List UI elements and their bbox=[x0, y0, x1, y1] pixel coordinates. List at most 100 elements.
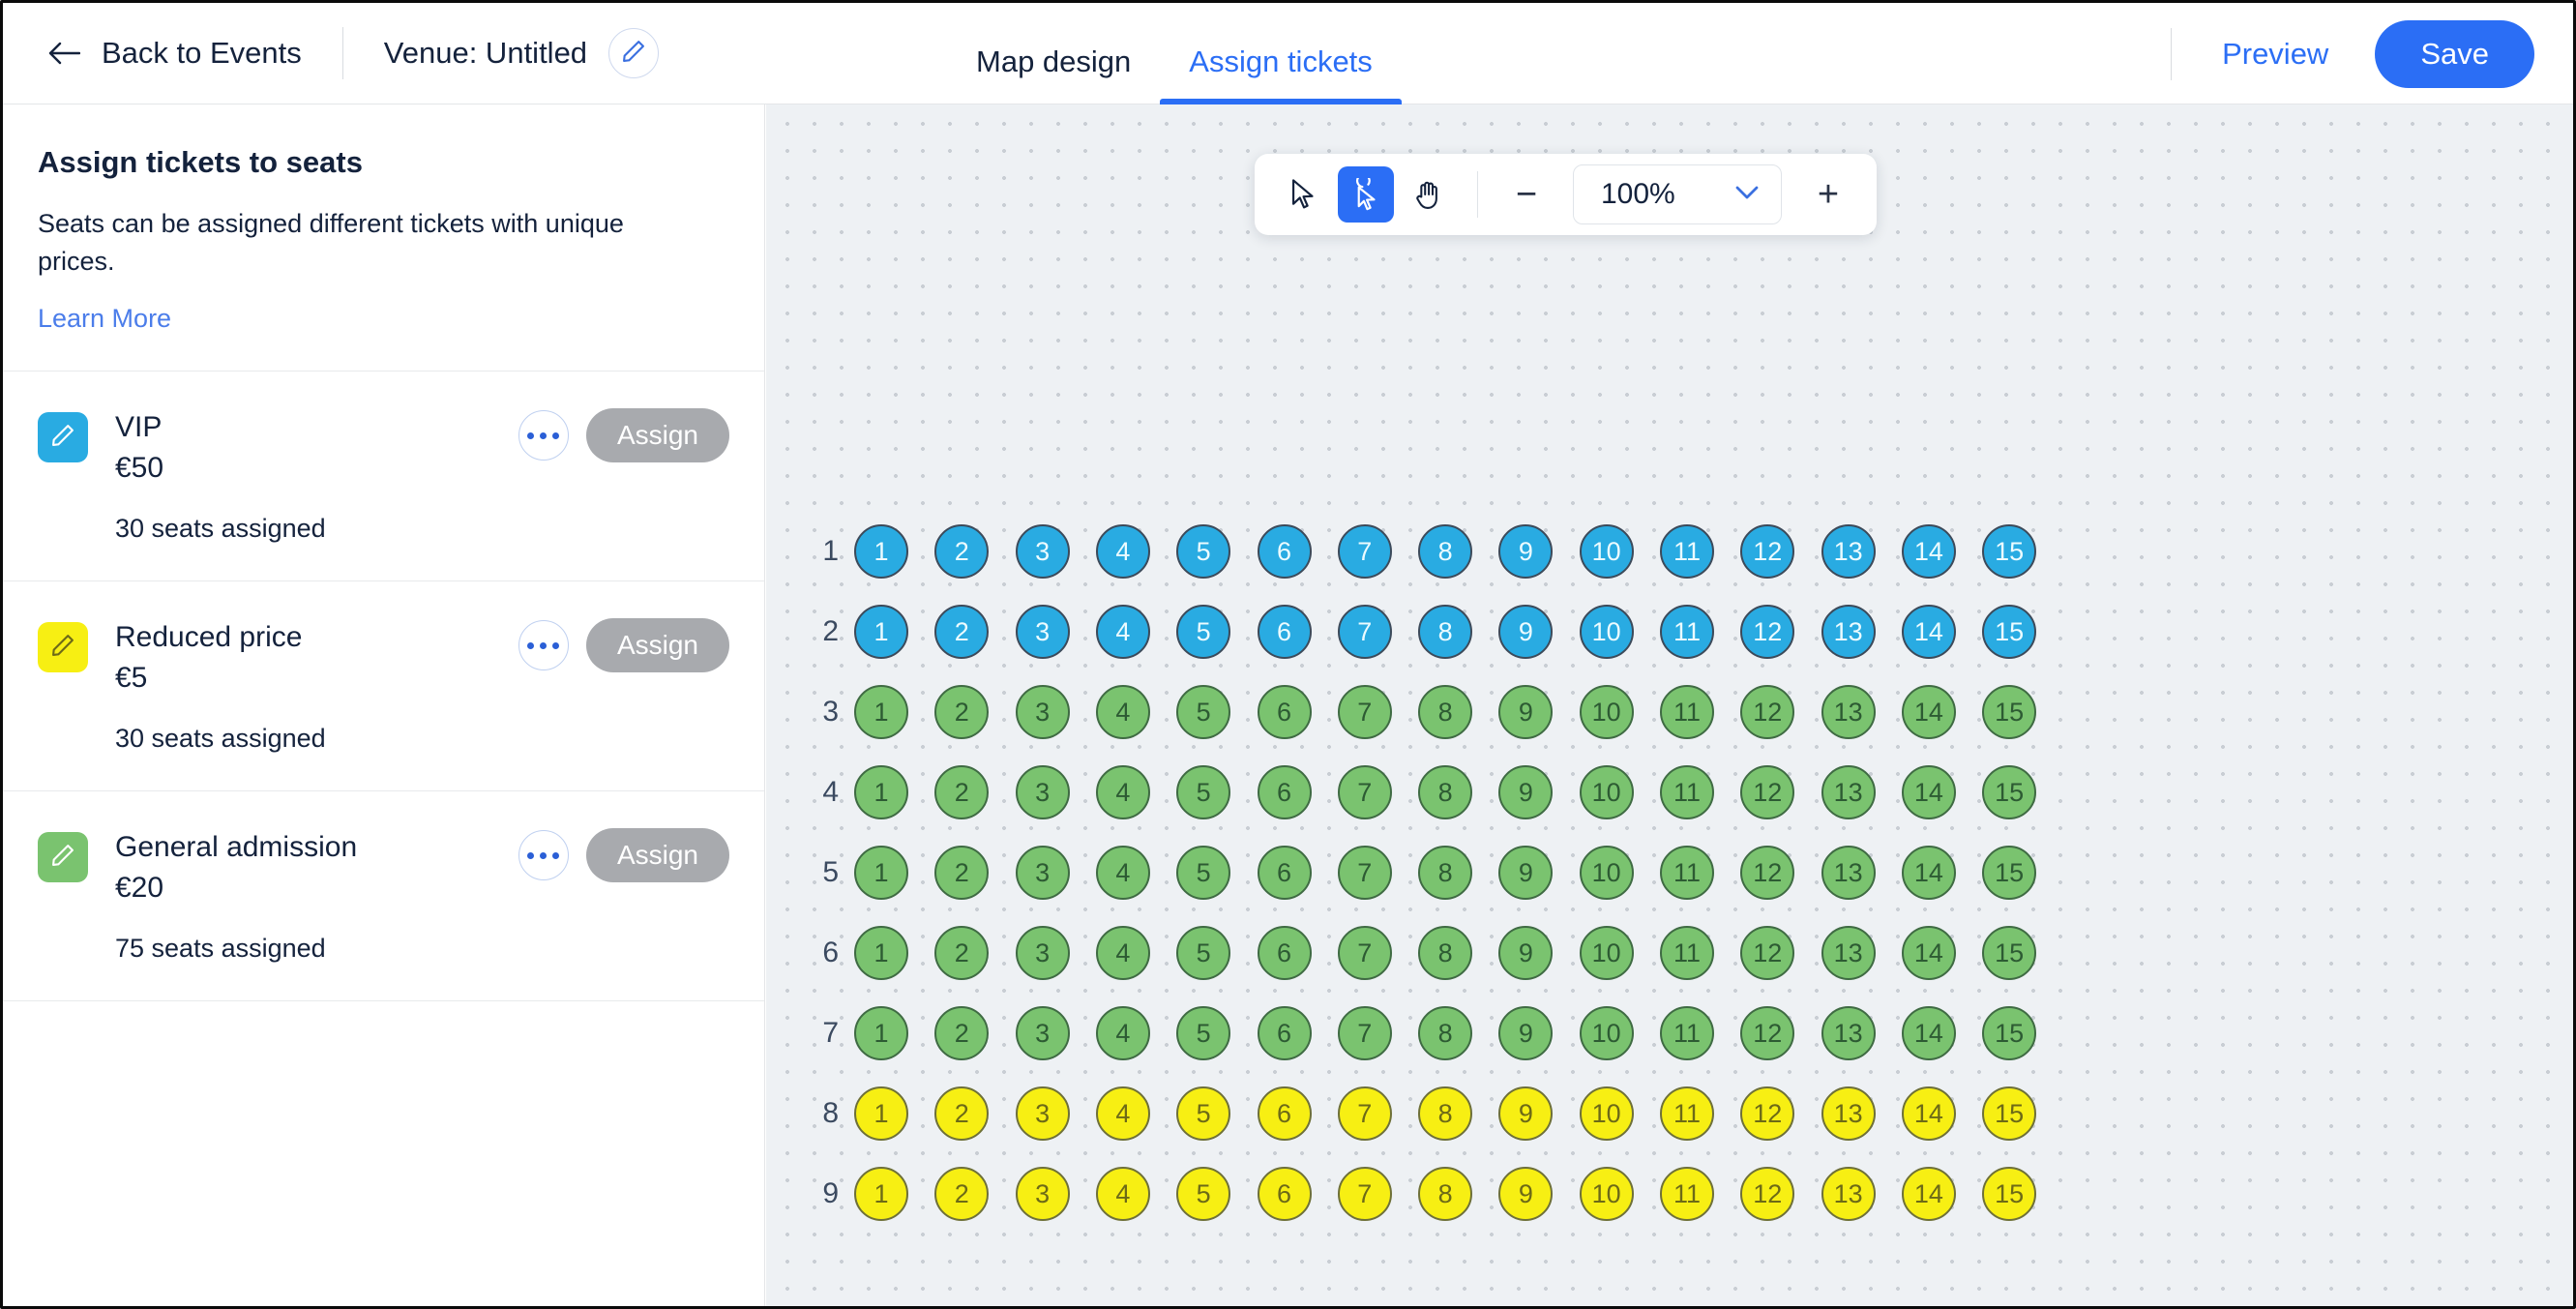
seat[interactable]: 13 bbox=[1821, 1086, 1876, 1141]
seat[interactable]: 10 bbox=[1579, 846, 1634, 900]
seat[interactable]: 2 bbox=[934, 605, 990, 659]
seat[interactable]: 12 bbox=[1740, 926, 1795, 980]
seat[interactable]: 6 bbox=[1257, 1167, 1312, 1221]
seat[interactable]: 11 bbox=[1660, 605, 1714, 659]
seat[interactable]: 2 bbox=[934, 685, 990, 739]
assign-button[interactable]: Assign bbox=[585, 828, 729, 883]
seat[interactable]: 9 bbox=[1498, 1167, 1554, 1221]
seat[interactable]: 13 bbox=[1821, 524, 1876, 579]
seat[interactable]: 4 bbox=[1095, 1006, 1150, 1060]
seat[interactable]: 15 bbox=[1982, 524, 2037, 579]
seat[interactable]: 7 bbox=[1337, 1086, 1392, 1141]
seat[interactable]: 13 bbox=[1821, 605, 1876, 659]
seat[interactable]: 13 bbox=[1821, 1167, 1876, 1221]
seat[interactable]: 2 bbox=[934, 846, 990, 900]
seat[interactable]: 2 bbox=[934, 1167, 990, 1221]
seat[interactable]: 15 bbox=[1982, 1006, 2037, 1060]
seat[interactable]: 3 bbox=[1015, 1086, 1070, 1141]
assign-button[interactable]: Assign bbox=[585, 618, 729, 673]
seat[interactable]: 7 bbox=[1337, 605, 1392, 659]
seat[interactable]: 8 bbox=[1418, 1086, 1473, 1141]
seat[interactable]: 15 bbox=[1982, 685, 2037, 739]
seat[interactable]: 15 bbox=[1982, 1167, 2037, 1221]
zoom-level-select[interactable]: 100% bbox=[1573, 164, 1782, 224]
seat[interactable]: 3 bbox=[1015, 605, 1070, 659]
seat[interactable]: 4 bbox=[1095, 1167, 1150, 1221]
seat[interactable]: 13 bbox=[1821, 765, 1876, 819]
seat[interactable]: 1 bbox=[854, 846, 908, 900]
seat[interactable]: 5 bbox=[1176, 846, 1231, 900]
seat[interactable]: 8 bbox=[1418, 685, 1473, 739]
seat[interactable]: 2 bbox=[934, 1086, 990, 1141]
seat[interactable]: 9 bbox=[1498, 685, 1554, 739]
seat[interactable]: 8 bbox=[1418, 1006, 1473, 1060]
seat[interactable]: 1 bbox=[854, 524, 908, 579]
seat[interactable]: 15 bbox=[1982, 1086, 2037, 1141]
seat[interactable]: 11 bbox=[1660, 524, 1714, 579]
seat[interactable]: 6 bbox=[1257, 926, 1312, 980]
seat[interactable]: 9 bbox=[1498, 1086, 1554, 1141]
seat[interactable]: 11 bbox=[1660, 926, 1714, 980]
seat[interactable]: 13 bbox=[1821, 926, 1876, 980]
seat[interactable]: 6 bbox=[1257, 524, 1312, 579]
seat[interactable]: 5 bbox=[1176, 765, 1231, 819]
seat[interactable]: 8 bbox=[1418, 524, 1473, 579]
seat[interactable]: 10 bbox=[1579, 765, 1634, 819]
seat[interactable]: 3 bbox=[1015, 926, 1070, 980]
ticket-color-swatch[interactable] bbox=[38, 622, 88, 673]
seat[interactable]: 4 bbox=[1095, 685, 1150, 739]
seat[interactable]: 9 bbox=[1498, 605, 1554, 659]
seat[interactable]: 9 bbox=[1498, 765, 1554, 819]
seat[interactable]: 6 bbox=[1257, 846, 1312, 900]
seat[interactable]: 7 bbox=[1337, 765, 1392, 819]
seat[interactable]: 2 bbox=[934, 524, 990, 579]
seat[interactable]: 11 bbox=[1660, 1086, 1714, 1141]
seat[interactable]: 5 bbox=[1176, 685, 1231, 739]
seat[interactable]: 6 bbox=[1257, 1006, 1312, 1060]
seat[interactable]: 8 bbox=[1418, 846, 1473, 900]
seat[interactable]: 5 bbox=[1176, 524, 1231, 579]
seat[interactable]: 10 bbox=[1579, 685, 1634, 739]
seat[interactable]: 14 bbox=[1901, 605, 1956, 659]
seat[interactable]: 4 bbox=[1095, 524, 1150, 579]
seat[interactable]: 6 bbox=[1257, 685, 1312, 739]
seat[interactable]: 5 bbox=[1176, 1167, 1231, 1221]
seat[interactable]: 8 bbox=[1418, 765, 1473, 819]
ticket-list-item[interactable]: VIP €50 30 seats assigned Assign bbox=[3, 372, 764, 582]
seat[interactable]: 3 bbox=[1015, 1006, 1070, 1060]
seat[interactable]: 13 bbox=[1821, 1006, 1876, 1060]
seat[interactable]: 12 bbox=[1740, 1167, 1795, 1221]
seat[interactable]: 6 bbox=[1257, 605, 1312, 659]
seat[interactable]: 14 bbox=[1901, 1167, 1956, 1221]
seat[interactable]: 11 bbox=[1660, 765, 1714, 819]
seat[interactable]: 15 bbox=[1982, 846, 2037, 900]
edit-venue-button[interactable] bbox=[608, 28, 660, 78]
tab-assign-tickets[interactable]: Assign tickets bbox=[1160, 45, 1402, 104]
seat[interactable]: 4 bbox=[1095, 1086, 1150, 1141]
seat[interactable]: 14 bbox=[1901, 1086, 1956, 1141]
zoom-in-button[interactable]: + bbox=[1801, 167, 1855, 222]
cursor-click-icon-button[interactable] bbox=[1338, 166, 1394, 223]
seat[interactable]: 4 bbox=[1095, 765, 1150, 819]
seatmap-canvas[interactable]: − 100% + 1 1 2 3 4 5 6 7 8 9 10 11 12 13 14 15 2 1 2 3 4 5 6 7 8… bbox=[766, 104, 2573, 1306]
save-button[interactable]: Save bbox=[2375, 19, 2534, 88]
seat[interactable]: 14 bbox=[1901, 765, 1956, 819]
seat[interactable]: 3 bbox=[1015, 765, 1070, 819]
seat[interactable]: 9 bbox=[1498, 846, 1554, 900]
seat[interactable]: 5 bbox=[1176, 605, 1231, 659]
seat[interactable]: 12 bbox=[1740, 1006, 1795, 1060]
seat[interactable]: 12 bbox=[1740, 524, 1795, 579]
seat[interactable]: 7 bbox=[1337, 1006, 1392, 1060]
seat[interactable]: 15 bbox=[1982, 926, 2037, 980]
seat[interactable]: 12 bbox=[1740, 605, 1795, 659]
seat[interactable]: 11 bbox=[1660, 1006, 1714, 1060]
seat[interactable]: 1 bbox=[854, 685, 908, 739]
cursor-arrow-icon-button[interactable] bbox=[1276, 166, 1332, 223]
tab-map-design[interactable]: Map design bbox=[947, 45, 1160, 104]
zoom-out-button[interactable]: − bbox=[1499, 167, 1554, 222]
seat[interactable]: 14 bbox=[1901, 524, 1956, 579]
seat[interactable]: 1 bbox=[854, 1006, 908, 1060]
seat[interactable]: 11 bbox=[1660, 1167, 1714, 1221]
seat[interactable]: 1 bbox=[854, 765, 908, 819]
seat[interactable]: 14 bbox=[1901, 685, 1956, 739]
